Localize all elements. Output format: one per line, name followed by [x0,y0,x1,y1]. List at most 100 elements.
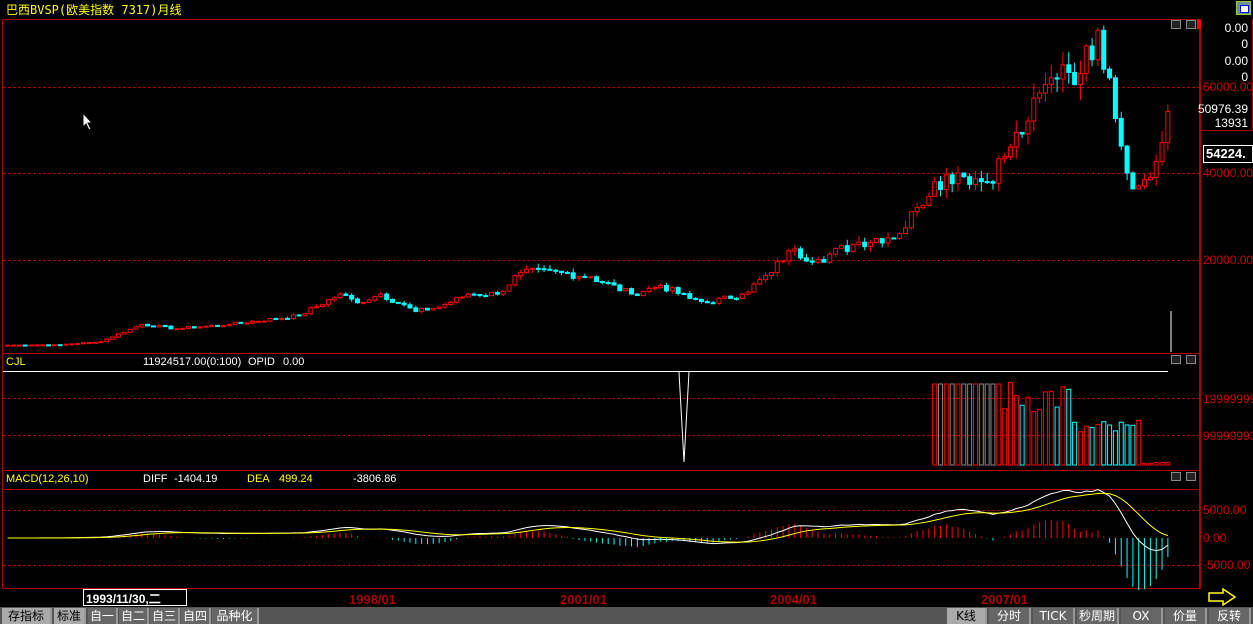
tab-reverse[interactable]: 反转 [1209,608,1251,624]
candle [261,320,267,323]
candle [22,344,28,347]
volume-bar [1031,410,1037,466]
candle [529,267,535,270]
candle [471,293,477,296]
volume-axis-label: 199999998 [1203,392,1253,406]
candle [1095,29,1101,61]
tab-standard[interactable]: 标准 [54,608,86,624]
info-value: 0.00 [1224,54,1248,68]
tab-save-indicator[interactable]: 存指标 [2,608,52,624]
candle [86,341,92,344]
bottom-tab-bar: 存指标 标准 自一 自二 自三 自四 品种化 K线 分时 TICK 秒周期 OX… [0,607,1253,624]
price-axis-label: 40000.00 [1203,166,1253,180]
candle [389,298,395,303]
price-chart[interactable] [0,0,1200,590]
info-value: 0 [1241,37,1248,51]
candle [483,295,489,298]
candle [1136,185,1142,190]
tab-custom-2[interactable]: 自二 [119,608,149,624]
date-label: 2007/01 [981,592,1028,607]
candle [378,293,384,298]
candle [110,336,116,340]
scroll-left-button[interactable] [1171,20,1181,29]
candle [652,287,658,290]
tab-ox[interactable]: OX [1121,608,1163,624]
dea-value: 499.24 [279,473,313,485]
candle [943,174,949,190]
candle [617,284,623,292]
candle [150,325,156,328]
candle [331,297,337,301]
candle [185,326,191,329]
volume-bar [1072,421,1078,466]
candle [506,284,512,292]
candle [984,181,990,184]
candle [809,260,815,263]
tab-intraday[interactable]: 分时 [989,608,1031,624]
tab-custom-1[interactable]: 自一 [88,608,118,624]
candle [996,158,1002,184]
candle [244,322,250,325]
candle [442,304,448,308]
candle [838,245,844,249]
candle [541,268,547,271]
candle [413,307,419,312]
candle [605,282,611,285]
tab-variety[interactable]: 品种化 [212,608,259,624]
candle [1101,29,1107,70]
volume-bar [1083,425,1089,466]
candle [570,272,576,279]
volume-bar [1025,396,1031,466]
candle [576,276,582,279]
candle [634,293,640,297]
candle [51,344,57,347]
volume-bar [972,383,978,466]
tab-seconds[interactable]: 秒周期 [1077,608,1119,624]
candle [296,314,302,317]
candle [1124,145,1130,174]
candle [798,248,804,259]
scroll-left-button[interactable] [1171,355,1181,364]
candle [121,331,127,335]
tab-custom-4[interactable]: 自四 [181,608,211,624]
diff-line [7,488,1169,552]
candle [599,281,605,284]
volume-bar [1165,461,1171,466]
info-box: 0.00 0 0.00 0 50976.39 13931 [1198,19,1253,131]
candle [168,325,174,330]
candle [1118,117,1124,147]
candle [658,284,664,289]
candle [961,172,967,178]
candle [728,295,734,299]
candle [710,302,716,305]
volume-bar [1042,391,1048,466]
candle [174,328,180,331]
candle [232,321,238,325]
candle [716,297,722,304]
candle [698,298,704,302]
tab-custom-3[interactable]: 自三 [150,608,180,624]
scroll-right-button[interactable] [1186,355,1196,364]
next-arrow-icon[interactable] [1207,588,1239,606]
macd-label[interactable]: MACD(12,26,10) [6,473,89,485]
volume-label[interactable]: CJL [6,356,26,368]
tab-price-volume[interactable]: 价量 [1165,608,1207,624]
dea-label: DEA [247,473,270,485]
candle [693,297,699,300]
tab-kline[interactable]: K线 [947,608,987,624]
candle [687,293,693,299]
volume-bar [1019,404,1025,466]
scroll-right-button[interactable] [1186,472,1196,481]
candle [564,271,570,274]
scroll-right-button[interactable] [1186,20,1196,29]
volume-bar [961,383,967,466]
scroll-left-button[interactable] [1171,472,1181,481]
info-value: 0.00 [1224,21,1248,35]
candle [1107,68,1113,79]
candle [430,307,436,311]
tab-tick[interactable]: TICK [1033,608,1075,624]
candle [226,323,232,327]
restore-window-icon[interactable] [1236,1,1251,15]
candle [139,323,145,328]
volume-bar [1060,386,1066,466]
